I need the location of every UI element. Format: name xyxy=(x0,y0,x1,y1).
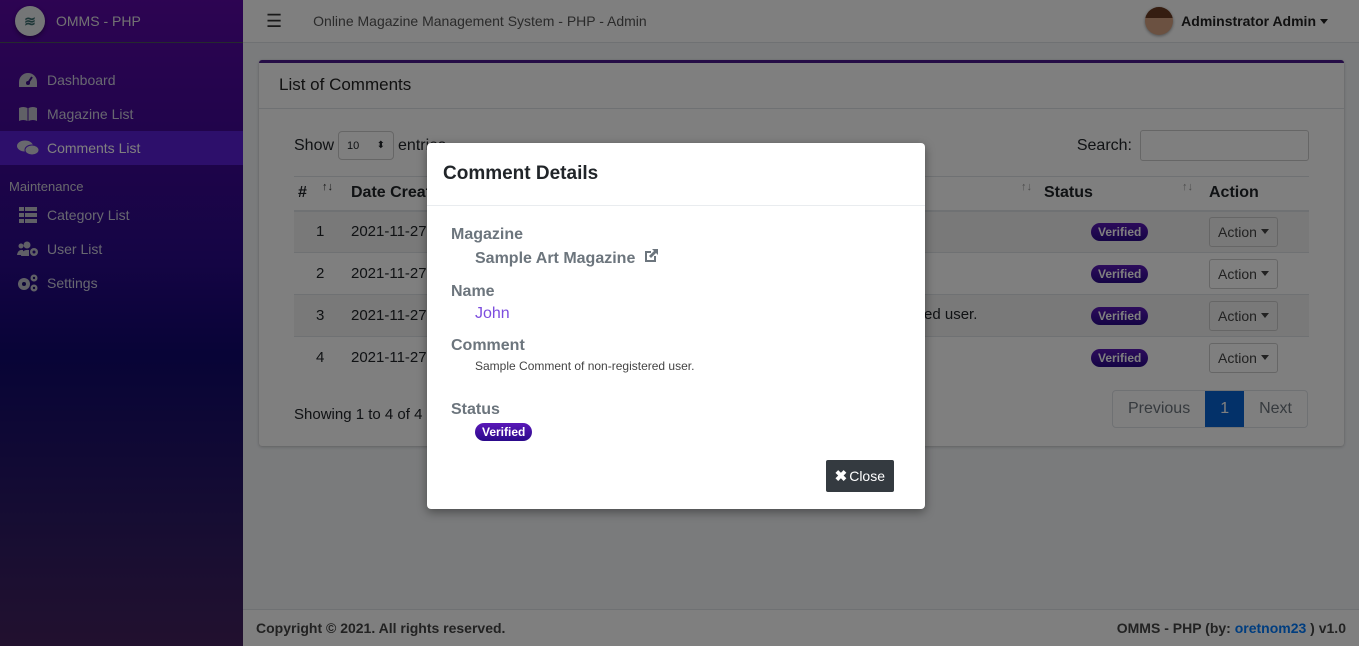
magazine-value[interactable]: Sample Art Magazine xyxy=(451,248,901,269)
magazine-name: Sample Art Magazine xyxy=(475,249,636,267)
status-label: Status xyxy=(451,401,500,418)
name-label: Name xyxy=(451,283,495,300)
name-value: John xyxy=(475,305,510,322)
external-link-icon[interactable] xyxy=(643,248,659,269)
magazine-label: Magazine xyxy=(451,226,524,243)
comment-label: Comment xyxy=(451,337,525,354)
comment-value: Sample Comment of non-registered user. xyxy=(475,359,695,373)
close-icon: ✖ xyxy=(834,468,848,485)
status-badge: Verified xyxy=(475,423,533,441)
close-label: Close xyxy=(849,468,885,484)
comment-details-modal: Comment Details Magazine Sample Art Maga… xyxy=(427,143,925,509)
modal-body: Magazine Sample Art Magazine Name John C… xyxy=(427,206,925,475)
close-button[interactable]: ✖ Close xyxy=(825,460,894,492)
modal-title: Comment Details xyxy=(427,143,925,206)
status-value: Verified xyxy=(451,423,901,441)
